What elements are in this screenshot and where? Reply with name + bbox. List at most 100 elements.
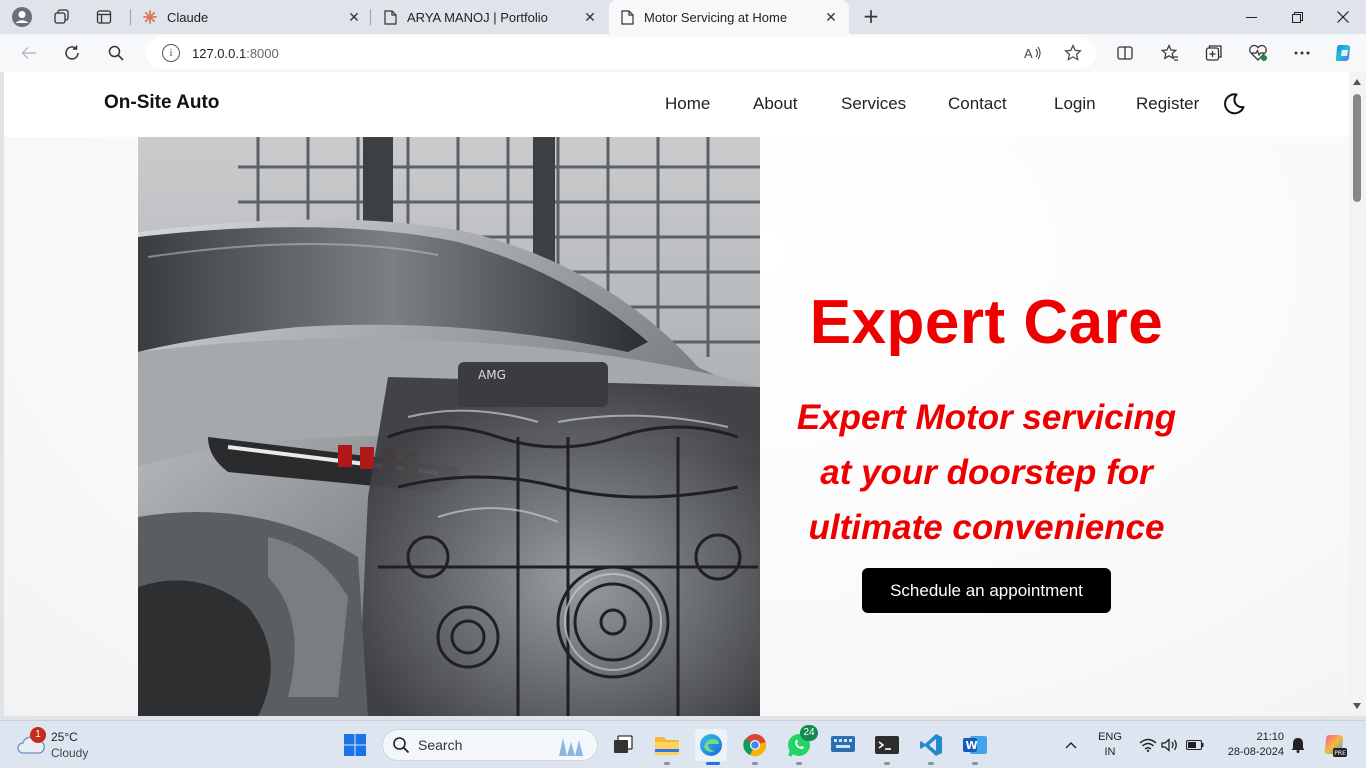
tab-claude[interactable]: Claude ✕: [132, 0, 372, 34]
split-screen-icon[interactable]: [1110, 38, 1140, 68]
whatsapp-icon[interactable]: 24: [783, 725, 818, 761]
whatsapp-unread-badge: 24: [800, 725, 818, 741]
svg-text:AMG: AMG: [478, 368, 506, 382]
url-text: 127.0.0.1:8000: [192, 45, 279, 61]
site-brand[interactable]: On-Site Auto: [104, 92, 219, 114]
volume-icon[interactable]: [1160, 735, 1180, 755]
nav-about-link[interactable]: About: [753, 94, 797, 114]
minimize-button[interactable]: [1228, 0, 1274, 34]
clock-time: 21:10: [1256, 731, 1284, 743]
wifi-icon[interactable]: [1138, 735, 1158, 755]
show-hidden-icons-chevron-icon[interactable]: [1061, 735, 1081, 755]
hero-title: Expert Care: [809, 288, 1164, 357]
clock-date: 28-08-2024: [1227, 746, 1284, 758]
running-indicator: [664, 762, 670, 765]
refresh-icon[interactable]: [57, 38, 87, 68]
browser-tab-strip: Claude ✕ ARYA MANOJ | Portfolio ✕ Motor …: [0, 0, 1366, 34]
vscode-icon[interactable]: [915, 729, 947, 761]
hero-subtitle-line: at your doorstep for: [820, 453, 1153, 492]
dark-mode-toggle-icon[interactable]: [1222, 92, 1246, 116]
new-tab-button[interactable]: +: [858, 4, 884, 30]
copilot-icon[interactable]: [1329, 38, 1359, 68]
favorite-star-icon[interactable]: [1062, 42, 1084, 64]
running-indicator: [928, 762, 934, 765]
windows-start-icon[interactable]: [339, 729, 371, 761]
close-tab-icon[interactable]: ✕: [823, 9, 839, 26]
page-scrollbar[interactable]: [1349, 72, 1366, 716]
hero-section: AMG Expert Care Expert Motor servicing a…: [4, 137, 1349, 716]
word-icon[interactable]: W: [959, 729, 991, 761]
claude-favicon-icon: [142, 9, 158, 25]
svg-text:W: W: [966, 739, 978, 752]
close-tab-icon[interactable]: ✕: [346, 9, 362, 26]
tab-portfolio[interactable]: ARYA MANOJ | Portfolio ✕: [372, 0, 608, 34]
restore-button[interactable]: [1274, 0, 1320, 34]
browser-toolbar: i 127.0.0.1:8000 A: [0, 34, 1366, 72]
workspaces-icon[interactable]: [48, 4, 76, 30]
site-navbar: On-Site Auto Home About Services Contact…: [4, 72, 1349, 137]
notification-bell-icon[interactable]: [1288, 735, 1308, 755]
site-info-icon[interactable]: i: [162, 44, 180, 62]
svg-text:A: A: [1024, 46, 1033, 61]
hero-subtitle: Expert Motor servicing at your doorstep …: [764, 390, 1209, 555]
search-icon: [393, 737, 410, 754]
scroll-down-icon[interactable]: [1353, 703, 1361, 709]
tab-separator: [130, 9, 131, 25]
scrollbar-thumb[interactable]: [1353, 94, 1361, 202]
search-placeholder: Search: [418, 737, 463, 753]
windows-taskbar: 1 25°C Cloudy Search 24 W ENG IN 21:10 2…: [0, 720, 1366, 768]
nav-services-link[interactable]: Services: [841, 94, 906, 114]
terminal-icon[interactable]: [871, 729, 903, 761]
search-icon[interactable]: [101, 38, 131, 68]
nav-contact-link[interactable]: Contact: [948, 94, 1007, 114]
active-indicator: [706, 762, 720, 765]
tab-actions-icon[interactable]: [90, 4, 118, 30]
close-window-button[interactable]: [1320, 0, 1366, 34]
profile-icon[interactable]: [8, 4, 36, 30]
chrome-icon[interactable]: [739, 729, 771, 761]
battery-icon[interactable]: [1185, 735, 1205, 755]
edge-browser-icon[interactable]: [695, 729, 727, 761]
task-view-icon[interactable]: [607, 729, 639, 761]
weather-alert-badge: 1: [30, 727, 46, 743]
page-icon: [619, 9, 635, 25]
page-icon: [382, 9, 398, 25]
favorites-icon[interactable]: [1155, 38, 1185, 68]
collections-icon[interactable]: [1199, 38, 1229, 68]
running-indicator: [796, 762, 802, 765]
copilot-preview-icon[interactable]: PRE: [1322, 732, 1348, 758]
file-explorer-icon[interactable]: [651, 729, 683, 761]
close-tab-icon[interactable]: ✕: [582, 9, 598, 26]
car-engine-xray-image: AMG: [138, 137, 760, 716]
browser-essentials-icon[interactable]: [1243, 38, 1273, 68]
schedule-appointment-button[interactable]: Schedule an appointment: [862, 568, 1111, 613]
taskbar-search-input[interactable]: Search: [382, 729, 598, 761]
running-indicator: [972, 762, 978, 765]
address-bar[interactable]: i 127.0.0.1:8000 A: [146, 37, 1096, 69]
hero-subtitle-line: Expert Motor servicing: [796, 398, 1177, 437]
nav-login-link[interactable]: Login: [1054, 94, 1096, 114]
nav-register-link[interactable]: Register: [1136, 94, 1199, 114]
page-viewport: On-Site Auto Home About Services Contact…: [4, 72, 1349, 716]
svg-text:PRE: PRE: [1334, 750, 1346, 757]
tab-separator: [370, 9, 371, 25]
language-indicator[interactable]: ENG IN: [1094, 730, 1126, 760]
virtual-keyboard-icon[interactable]: [827, 729, 859, 761]
running-indicator: [752, 762, 758, 765]
system-clock[interactable]: 21:10 28-08-2024: [1214, 730, 1284, 760]
more-menu-icon[interactable]: [1287, 38, 1317, 68]
weather-condition: Cloudy: [51, 746, 89, 760]
language-code: ENG: [1098, 731, 1122, 743]
hero-subtitle-line: ultimate convenience: [808, 508, 1165, 547]
scroll-up-icon[interactable]: [1353, 79, 1361, 85]
tab-title: ARYA MANOJ | Portfolio: [407, 9, 548, 25]
tab-motor-servicing[interactable]: Motor Servicing at Home ✕: [609, 0, 849, 34]
search-highlight-icon: [559, 738, 583, 756]
back-arrow-icon[interactable]: [14, 38, 44, 68]
tab-title: Claude: [167, 9, 209, 25]
nav-home-link[interactable]: Home: [665, 94, 710, 114]
read-aloud-icon[interactable]: A: [1022, 42, 1044, 64]
weather-widget[interactable]: 1 25°C Cloudy: [16, 727, 106, 763]
region-code: IN: [1104, 746, 1116, 758]
weather-temperature: 25°C: [51, 730, 78, 744]
